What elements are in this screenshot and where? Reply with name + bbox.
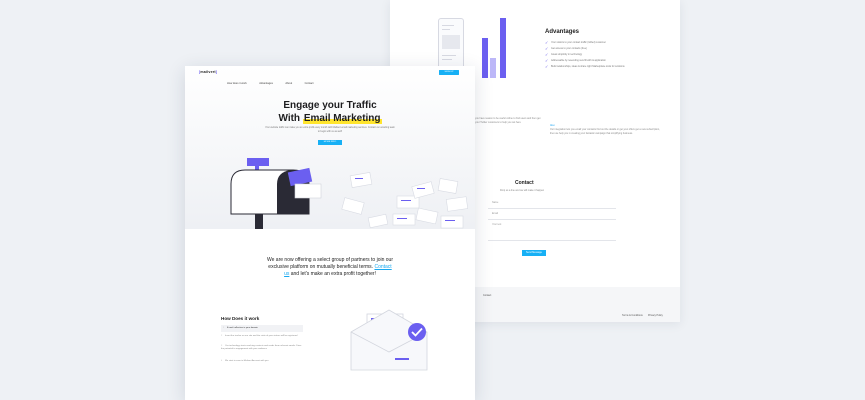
front-page-preview: [mailvert] How does it work Advantages A… xyxy=(185,66,475,400)
offer-text: We are now offering a select group of pa… xyxy=(267,257,393,277)
section-right-text: Our integration lets you email your cont… xyxy=(550,128,660,135)
chart-bar xyxy=(482,38,488,78)
step-item[interactable]: 1 E-mail collection in your domain xyxy=(221,325,303,332)
footer-contact-link[interactable]: Contact xyxy=(483,294,491,297)
step-item[interactable]: 2 Insert the tracker on our site and the … xyxy=(221,335,303,338)
footer-terms-link[interactable]: Terms & Conditions xyxy=(622,314,643,317)
section-left-text: you have reason to be useful online to f… xyxy=(475,117,541,124)
presentation-stage: Advantages ✓ Your visitors to your contac… xyxy=(0,0,865,400)
send-message-button[interactable]: Send Message xyxy=(522,250,546,256)
mailbox-illustration xyxy=(230,158,469,229)
how-it-works-title: How Does it work xyxy=(221,316,260,321)
chart-bar xyxy=(500,18,506,78)
advantages-list: ✓ Your visitors to your contact traffic (… xyxy=(545,40,625,70)
chart-bar xyxy=(490,58,496,78)
advantage-item: ✓ Build relationships, ideas & share righ… xyxy=(545,64,625,69)
advantages-title: Advantages xyxy=(545,29,580,35)
hero-section: [mailvert] How does it work Advantages A… xyxy=(185,66,475,229)
email-field[interactable]: Email xyxy=(488,209,616,220)
message-field[interactable]: Your text xyxy=(488,220,616,241)
step-item[interactable]: 4 We start to save to Mailvert Account wi… xyxy=(221,360,303,363)
step-item[interactable]: 3 Our technology starts reaching contacts… xyxy=(221,345,303,351)
check-icon: ✓ xyxy=(545,64,549,69)
envelope-check-illustration xyxy=(350,309,428,371)
contact-subtitle: Drop us a line and we will make it happe… xyxy=(500,189,545,192)
name-field[interactable]: Name xyxy=(488,198,616,209)
footer-privacy-link[interactable]: Privacy Policy xyxy=(648,314,663,317)
contact-title: Contact xyxy=(515,180,534,186)
